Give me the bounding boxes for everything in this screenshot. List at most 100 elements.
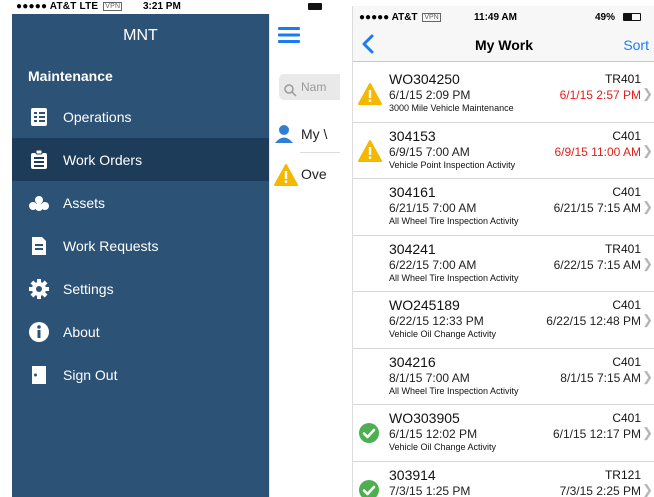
background-content: Nam My \ Ove	[269, 14, 340, 497]
work-order-id: 304241	[389, 240, 436, 257]
work-order-id: WO245189	[389, 297, 460, 313]
work-order-id: 304216	[389, 353, 436, 370]
menu-item-assets[interactable]: Assets	[12, 181, 269, 224]
chevron-right-icon: ❯	[642, 312, 653, 327]
checkmark-icon	[358, 479, 382, 497]
menu-item-work-requests[interactable]: Work Requests	[12, 224, 269, 267]
battery-percent: 49%	[595, 12, 616, 23]
work-orders-icon	[28, 149, 50, 171]
work-order-row[interactable]: WO245189 C401 6/22/15 12:33 PM 6/22/15 12:4…	[353, 292, 654, 349]
work-order-asset: C401	[612, 411, 641, 425]
work-order-asset: C401	[612, 185, 641, 199]
list-item-label: My \	[301, 126, 328, 142]
work-order-asset: TR401	[604, 72, 641, 86]
work-order-start: 6/22/15 7:00 AM	[389, 257, 477, 272]
vpn-badge: VPN	[422, 13, 441, 22]
work-order-row[interactable]: 304241 TR401 6/22/15 7:00 AM 6/22/15 7:15 A…	[353, 236, 654, 292]
drawer-section-heading: Maintenance	[28, 68, 113, 84]
status-bar: ●●●●● AT&T VPN 11:49 AM 49%	[353, 6, 654, 28]
work-order-due: 6/1/15 12:17 PM	[552, 427, 641, 441]
menu-item-sign-out[interactable]: Sign Out	[12, 353, 269, 396]
work-order-id: WO303905	[389, 410, 460, 426]
work-order-asset: C401	[612, 298, 641, 312]
assets-icon	[28, 192, 50, 214]
work-order-start: 8/1/15 7:00 AM	[389, 370, 470, 385]
work-order-due: 6/9/15 11:00 AM	[554, 144, 641, 159]
chevron-right-icon: ❯	[642, 368, 653, 384]
work-order-start: 6/9/15 7:00 AM	[389, 144, 470, 159]
work-order-description: All Wheel Tire Inspection Activity	[389, 385, 519, 396]
menu-item-work-orders[interactable]: Work Orders	[12, 138, 269, 181]
menu-item-label: Work Orders	[63, 151, 143, 168]
chevron-right-icon: ❯	[642, 255, 653, 271]
work-order-id: WO304250	[389, 71, 460, 87]
work-order-row[interactable]: WO304250 TR401 6/1/15 2:09 PM 6/1/15 2:57 P…	[353, 66, 654, 123]
menu-item-label: Work Requests	[63, 237, 159, 254]
work-order-id: 303914	[389, 466, 436, 483]
work-order-due: 7/3/15 2:25 PM	[559, 483, 641, 497]
left-phone-screen: ●●●●● AT&T LTE VPN 3:21 PM MNT Maintenan…	[12, 0, 340, 497]
work-order-asset: C401	[612, 128, 641, 143]
work-order-row[interactable]: 304153 C401 6/9/15 7:00 AM 6/9/15 11:00 AM V…	[353, 123, 654, 179]
work-order-description: Vehicle Point Inspection Activity	[389, 159, 516, 170]
work-order-due: 6/22/15 12:48 PM	[546, 314, 641, 328]
warning-icon	[358, 83, 382, 105]
right-phone-screen: ●●●●● AT&T VPN 11:49 AM 49% My Work Sort…	[352, 6, 654, 497]
search-input[interactable]: Nam	[279, 74, 340, 100]
menu-item-operations[interactable]: Operations	[12, 95, 269, 138]
vpn-badge: VPN	[103, 2, 123, 11]
page-title: My Work	[474, 37, 534, 53]
work-order-description: All Wheel Tire Inspection Activity	[389, 272, 519, 283]
gear-icon	[28, 278, 50, 300]
work-order-start: 7/3/15 1:25 PM	[389, 483, 471, 497]
work-order-id: 304161	[389, 184, 436, 200]
chevron-right-icon: ❯	[642, 199, 653, 214]
hamburger-menu-icon[interactable]	[278, 26, 300, 49]
work-order-start: 6/1/15 12:02 PM	[389, 427, 478, 441]
menu-item-label: Sign Out	[63, 366, 118, 383]
info-icon	[28, 321, 50, 343]
work-order-row[interactable]: WO303905 C401 6/1/15 12:02 PM 6/1/15 12:17 …	[353, 405, 654, 462]
search-icon	[284, 80, 297, 100]
menu-item-label: Settings	[63, 280, 114, 297]
work-order-start: 6/1/15 2:09 PM	[389, 88, 471, 102]
work-order-description: Vehicle Oil Change Activity	[389, 442, 497, 452]
work-order-due: 6/1/15 2:57 PM	[559, 88, 641, 102]
work-order-asset: TR121	[604, 467, 641, 482]
menu-item-label: Assets	[63, 194, 106, 211]
carrier-label: ●●●●● AT&T LTE VPN	[16, 1, 123, 12]
list-item-my-work[interactable]: My \	[270, 120, 340, 148]
user-icon	[274, 124, 294, 147]
work-order-row[interactable]: 304216 C401 8/1/15 7:00 AM 8/1/15 7:15 AM Al…	[353, 349, 654, 405]
app-screenshot: ●●●●● AT&T LTE VPN 3:21 PM MNT Maintenan…	[0, 0, 654, 497]
drawer-title: MNT	[123, 27, 158, 44]
battery-icon	[623, 13, 641, 21]
menu-item-settings[interactable]: Settings	[12, 267, 269, 310]
chevron-right-icon: ❯	[642, 425, 653, 440]
carrier-label: ●●●●● AT&T VPN	[359, 12, 441, 23]
menu-item-label: About	[63, 323, 100, 340]
work-order-description: 3000 Mile Vehicle Maintenance	[389, 103, 514, 113]
navigation-bar: My Work Sort	[353, 28, 654, 62]
menu-item-about[interactable]: About	[12, 310, 269, 353]
status-time: 3:21 PM	[143, 1, 181, 12]
work-order-asset: C401	[612, 354, 641, 369]
chevron-right-icon: ❯	[642, 142, 653, 158]
chevron-right-icon: ❯	[642, 86, 653, 101]
status-time: 11:49 AM	[474, 12, 517, 23]
warning-icon	[358, 139, 382, 162]
sort-button[interactable]: Sort	[623, 37, 649, 53]
operations-icon	[28, 106, 50, 128]
work-order-start: 6/21/15 7:00 AM	[389, 201, 477, 215]
work-order-row[interactable]: 304161 C401 6/21/15 7:00 AM 6/21/15 7:15 AM…	[353, 179, 654, 236]
work-order-due: 6/22/15 7:15 AM	[553, 257, 641, 272]
drawer-menu: Operations Work Orders Assets Work Reque…	[12, 95, 269, 396]
work-order-list: WO304250 TR401 6/1/15 2:09 PM 6/1/15 2:57 P…	[353, 66, 654, 497]
list-item-overdue[interactable]: Ove	[270, 160, 340, 188]
search-placeholder: Nam	[301, 80, 327, 94]
work-order-row[interactable]: 303914 TR121 7/3/15 1:25 PM 7/3/15 2:25 PM ❯	[353, 462, 654, 497]
work-order-description: All Wheel Tire Inspection Activity	[389, 216, 519, 226]
work-order-start: 6/22/15 12:33 PM	[389, 314, 484, 328]
warning-icon	[274, 164, 298, 189]
work-order-due: 8/1/15 7:15 AM	[560, 370, 641, 385]
